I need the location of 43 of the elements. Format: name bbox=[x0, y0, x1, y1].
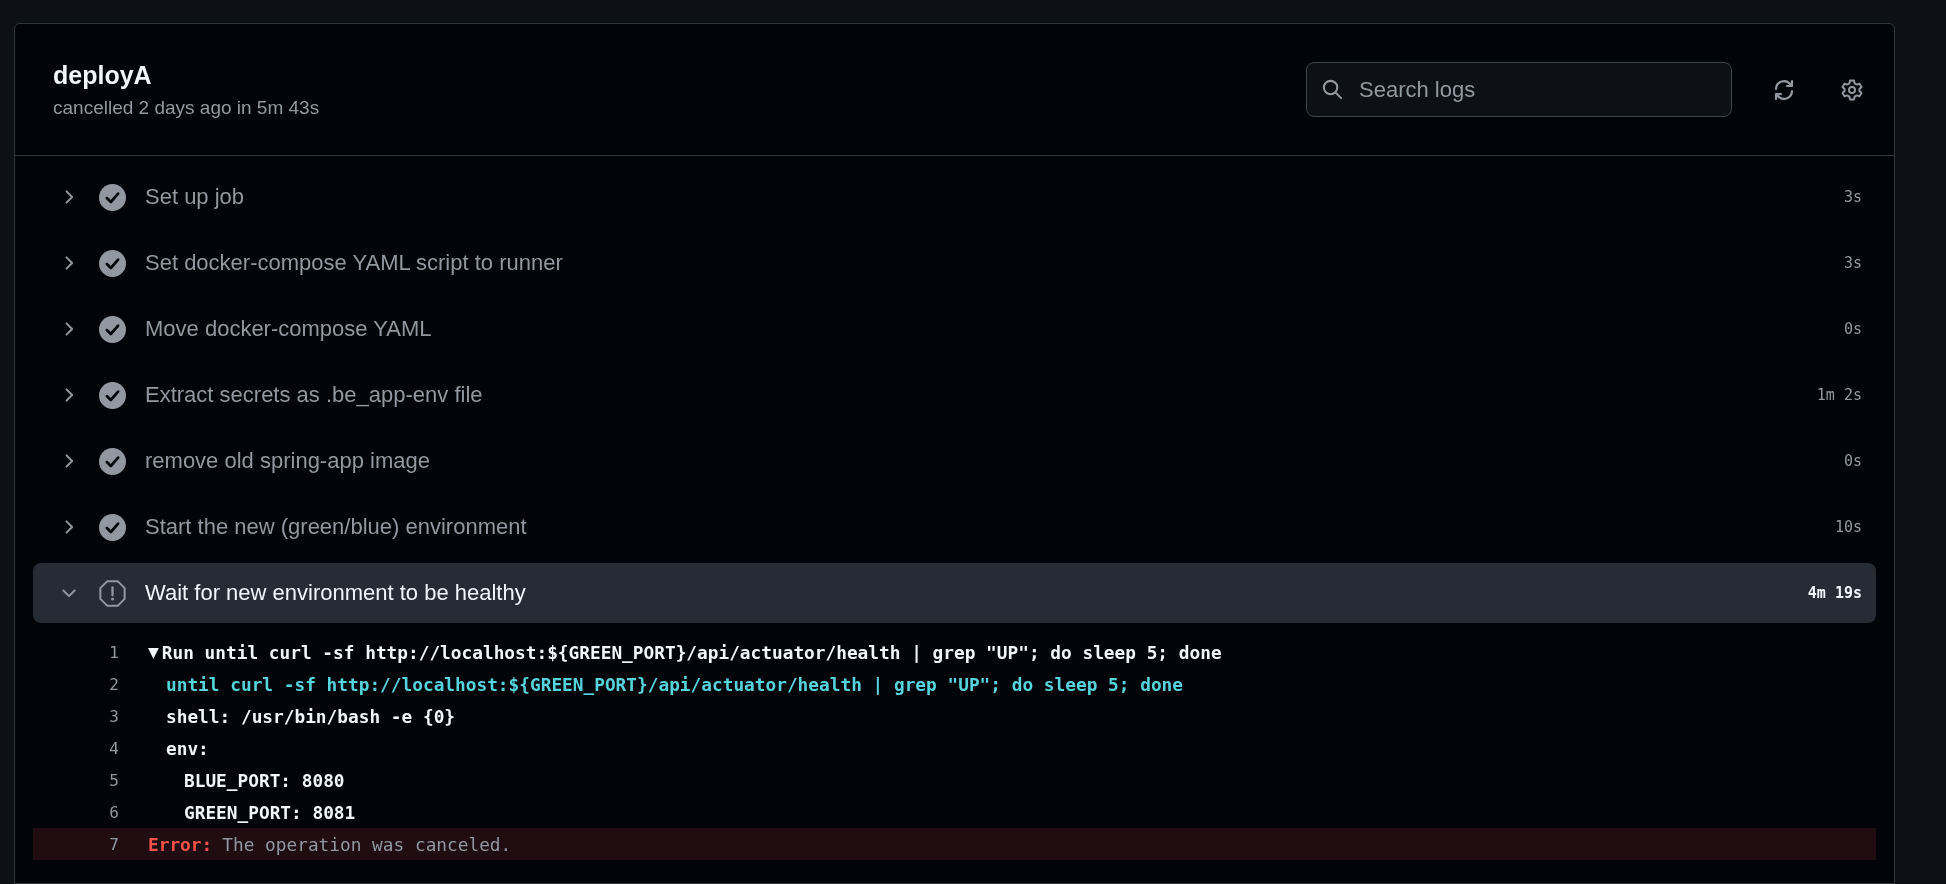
step-row[interactable]: Extract secrets as .be_app-env file 1m 2s bbox=[33, 365, 1876, 425]
error-label: Error: bbox=[148, 833, 213, 855]
search-icon bbox=[1321, 78, 1344, 101]
step-duration: 1m 2s bbox=[1816, 386, 1862, 404]
step-duration: 3s bbox=[1843, 254, 1862, 272]
log-text: The operation was canceled. bbox=[222, 833, 512, 855]
search-field[interactable]: Search logs bbox=[1306, 62, 1732, 117]
step-name: Extract secrets as .be_app-env file bbox=[145, 382, 484, 408]
step-duration: 10s bbox=[1834, 518, 1862, 536]
line-number: 3 bbox=[108, 706, 119, 726]
log-text: env: bbox=[166, 737, 209, 759]
line-number: 6 bbox=[108, 802, 119, 822]
line-number: 4 bbox=[108, 738, 119, 758]
step-duration: 0s bbox=[1843, 452, 1862, 470]
job-title: deployA bbox=[53, 60, 153, 90]
line-number: 5 bbox=[108, 770, 119, 790]
step-name: remove old spring-app image bbox=[145, 448, 431, 474]
step-name: Move docker-compose YAML bbox=[145, 316, 433, 342]
step-row[interactable]: Set up job 3s bbox=[33, 167, 1876, 227]
step-row[interactable]: Start the new (green/blue) environment 10s bbox=[33, 497, 1876, 557]
log-text: Run until curl -sf http://localhost:${GREEN_PORT}/api/actuator/health | grep "UP"; do sleep 5; done bbox=[161, 641, 1222, 663]
log-text: until curl -sf http://localhost:${GREEN_PORT}/api/actuator/health | grep "UP"; do sleep 5; done bbox=[166, 673, 1183, 695]
step-name: Set up job bbox=[145, 184, 246, 210]
job-summary: cancelled 2 days ago in 5m 43s bbox=[53, 96, 321, 119]
step-row[interactable]: Wait for new environment to be healthy 4m 19s bbox=[33, 563, 1876, 623]
line-number: 7 bbox=[108, 834, 119, 854]
step-duration: 0s bbox=[1843, 320, 1862, 338]
collapse-toggle[interactable]: ▼ bbox=[148, 644, 159, 660]
step-duration: 3s bbox=[1843, 188, 1862, 206]
settings-icon bbox=[1840, 77, 1864, 102]
step-row[interactable]: Set docker-compose YAML script to runner 3s bbox=[33, 233, 1876, 293]
line-number: 2 bbox=[108, 674, 119, 694]
refresh-icon bbox=[1772, 77, 1796, 102]
step-name: Start the new (green/blue) environment bbox=[145, 514, 528, 540]
line-number: 1 bbox=[108, 642, 119, 662]
log-text: GREEN_PORT: 8081 bbox=[184, 801, 356, 823]
step-name: Wait for new environment to be healthy bbox=[145, 580, 527, 606]
step-row[interactable]: remove old spring-app image 0s bbox=[33, 431, 1876, 491]
step-row[interactable]: Move docker-compose YAML 0s bbox=[33, 299, 1876, 359]
log-text: BLUE_PORT: 8080 bbox=[184, 769, 345, 791]
log-text: shell: /usr/bin/bash -e {0} bbox=[166, 705, 456, 727]
step-name: Set docker-compose YAML script to runner bbox=[145, 250, 564, 276]
step-duration: 4m 19s bbox=[1807, 584, 1862, 602]
